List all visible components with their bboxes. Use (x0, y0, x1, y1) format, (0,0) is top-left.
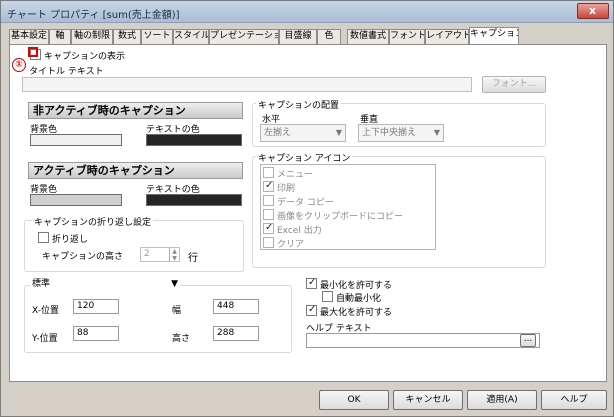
apply-button[interactable]: 適用(A) (467, 390, 537, 410)
tab-style[interactable]: スタイル (173, 29, 209, 44)
horizontal-value: 左揃え (264, 128, 292, 138)
position-select-value: 標準 (32, 279, 51, 289)
width-label: 幅 (172, 306, 182, 316)
icon-copy-data-label: データ コピー (277, 198, 334, 208)
width-input[interactable]: 448 (213, 299, 259, 314)
icon-copy-image-label: 画像をクリップボードにコピー (277, 212, 404, 222)
chevron-down-icon: ▼ (433, 128, 440, 137)
auto-minimize-label: 自動最小化 (336, 294, 382, 304)
allow-maximize-checkbox[interactable] (306, 304, 317, 316)
placement-title: キャプションの配置 (256, 98, 342, 111)
tab-axis[interactable]: 軸 (49, 29, 71, 44)
caption-icons-title: キャプション アイコン (256, 151, 353, 164)
icon-copy-image-checkbox[interactable] (263, 209, 274, 220)
caption-height-stepper[interactable]: 2 ▲ ▼ (140, 247, 180, 262)
active-text-color-swatch[interactable] (146, 194, 242, 206)
height-input[interactable]: 288 (213, 326, 259, 341)
position-select[interactable]: 標準 ▼ (30, 277, 180, 292)
icon-excel-checkbox[interactable] (263, 222, 274, 234)
title-bar: チャート プロパティ [sum(売上金額)] x (1, 1, 613, 23)
vertical-value: 上下中央揃え (362, 128, 417, 138)
cancel-button[interactable]: キャンセル (393, 390, 463, 410)
horizontal-select[interactable]: 左揃え ▼ (260, 124, 346, 142)
vertical-select[interactable]: 上下中央揃え ▼ (358, 124, 444, 142)
height-label: 高さ (172, 334, 191, 344)
icon-print-checkbox[interactable] (263, 180, 274, 192)
active-bg-color-swatch[interactable] (30, 194, 122, 206)
icon-clear-label: クリア (277, 240, 305, 250)
caption-panel: キャプションの表示 タイトル テキスト フォント... 非アクティブ時のキャプシ… (9, 44, 607, 382)
help-text-input[interactable] (306, 333, 540, 348)
tab-caption[interactable]: キャプション (469, 27, 519, 45)
y-position-input[interactable]: 88 (73, 326, 119, 341)
caption-height-label: キャプションの高さ (42, 252, 124, 262)
allow-minimize-checkbox[interactable] (306, 277, 317, 289)
icon-clear-checkbox[interactable] (263, 237, 274, 248)
wrap-label: 折り返し (52, 235, 89, 245)
position-group (24, 285, 292, 353)
caption-icons-list: メニュー 印刷 データ コピー 画像をクリップボードにコピー Excel 出力 … (260, 164, 436, 250)
x-position-input[interactable]: 120 (73, 299, 119, 314)
inactive-bg-color-swatch[interactable] (30, 134, 122, 146)
help-text-browse-button[interactable]: ... (520, 334, 536, 347)
wrap-settings-title: キャプションの折り返し設定 (32, 215, 154, 228)
icon-excel-label: Excel 出力 (277, 226, 322, 236)
tab-basic[interactable]: 基本設定 (9, 29, 49, 44)
active-caption-header: アクティブ時のキャプション (28, 162, 243, 179)
tab-formula[interactable]: 数式 (113, 29, 141, 44)
help-button[interactable]: ヘルプ (541, 390, 607, 410)
caption-height-value: 2 (144, 249, 150, 259)
ok-button[interactable]: OK (319, 390, 389, 410)
chevron-down-icon: ▼ (335, 128, 342, 137)
icon-menu-label: メニュー (277, 170, 314, 180)
font-button[interactable]: フォント... (482, 76, 546, 93)
close-button[interactable]: x (577, 3, 609, 19)
icon-print-label: 印刷 (277, 184, 296, 194)
tab-layout[interactable]: レイアウト (425, 29, 469, 44)
tab-sort[interactable]: ソート (141, 29, 173, 44)
spinner-arrows-icon[interactable]: ▲ ▼ (169, 248, 179, 262)
inactive-text-color-swatch[interactable] (146, 134, 242, 146)
annotation-highlight-box (28, 47, 38, 57)
tab-font[interactable]: フォント (389, 29, 425, 44)
wrap-checkbox[interactable] (38, 232, 49, 243)
tab-presentation[interactable]: プレゼンテーション (209, 29, 279, 44)
tab-color[interactable]: 色 (317, 29, 341, 44)
annotation-marker: ① (12, 58, 26, 72)
y-position-label: Y-位置 (32, 334, 58, 344)
allow-maximize-label: 最大化を許可する (320, 308, 393, 318)
icon-menu-checkbox[interactable] (263, 167, 274, 178)
caption-height-unit: 行 (188, 253, 198, 264)
auto-minimize-checkbox[interactable] (322, 291, 333, 302)
allow-minimize-label: 最小化を許可する (320, 281, 393, 291)
tab-strip: 基本設定 軸 軸の制限 数式 ソート スタイル プレゼンテーション 目盛線 色 … (9, 27, 609, 45)
close-icon: x (589, 4, 597, 17)
x-position-label: X-位置 (32, 306, 59, 316)
properties-dialog: チャート プロパティ [sum(売上金額)] x 基本設定 軸 軸の制限 数式 … (0, 0, 614, 417)
tab-number-format[interactable]: 数値書式 (347, 29, 389, 44)
chevron-down-icon: ▼ (171, 279, 178, 289)
title-text-label: タイトル テキスト (29, 67, 104, 77)
tab-axis-limits[interactable]: 軸の制限 (71, 29, 113, 44)
title-text-input[interactable] (22, 77, 472, 92)
icon-copy-data-checkbox[interactable] (263, 195, 274, 206)
tab-gridlines[interactable]: 目盛線 (279, 29, 317, 44)
window-title: チャート プロパティ [sum(売上金額)] (7, 10, 180, 21)
inactive-caption-header: 非アクティブ時のキャプション (28, 102, 243, 119)
show-caption-label: キャプションの表示 (44, 52, 126, 62)
